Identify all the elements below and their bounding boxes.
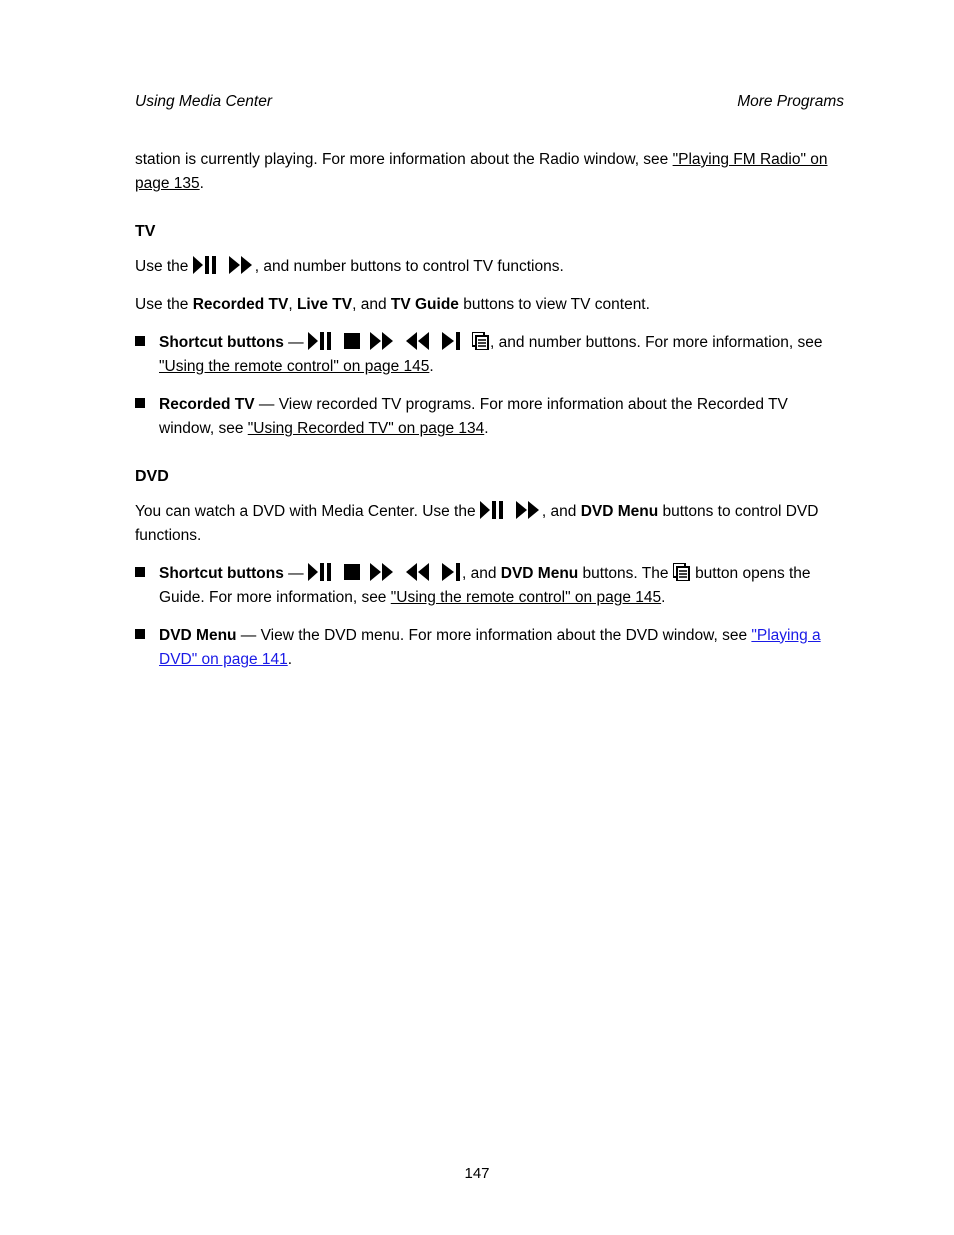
play-pause-icon [308,563,334,581]
tv-bullet-2: Recorded TV — View recorded TV programs.… [159,393,844,441]
bullet-icon [135,393,159,408]
tv-bullet-1: Shortcut buttons — , and number buttons.… [159,331,844,379]
dvd-bullet-1-label: Shortcut buttons [159,565,284,582]
dvd-b1-t5: . [661,589,665,606]
tv-intro-line2c: , and [352,296,391,313]
intro-paragraph: station is currently playing. For more i… [135,148,844,196]
tv-b1-t2: , and number buttons. For more informati… [490,334,823,351]
tv-guide-label: TV Guide [391,296,459,313]
fast-forward-icon [229,256,255,274]
tv-intro-line2: Use the Recorded TV, Live TV, and TV Gui… [135,293,844,317]
intro-text-1: station is currently playing. For more i… [135,151,673,168]
dvd-menu-label: DVD Menu [581,503,659,520]
dvd-intro-a: You can watch a DVD with Media Center. U… [135,503,480,520]
dvd-bullet-2: DVD Menu — View the DVD menu. For more i… [159,624,844,672]
dvd-bullet-1: Shortcut buttons — , and DVD Menu button… [159,562,844,610]
bullet-icon [135,624,159,639]
dvd-b1-link[interactable]: "Using the remote control" on page 145 [391,589,661,606]
tv-intro-line1: Use the , and number buttons to control … [135,255,844,279]
guide-icon [472,332,490,350]
guide-icon [673,563,691,581]
tv-intro-line2b: , [288,296,297,313]
intro-text-2: . [200,175,204,192]
dvd-section-title: DVD [135,465,844,490]
recorded-tv-label: Recorded TV [193,296,289,313]
tv-intro-line2d: buttons to view TV content. [459,296,650,313]
fast-forward-icon [370,563,396,581]
tv-intro-suffix: , and number buttons to control TV funct… [255,258,564,275]
bullet-icon [135,331,159,346]
tv-intro-line2a: Use the [135,296,193,313]
dvd-intro-line1: You can watch a DVD with Media Center. U… [135,500,844,548]
tv-b1-t3: . [429,358,433,375]
tv-intro-pre: Use the [135,258,193,275]
play-pause-icon [193,256,219,274]
live-tv-label: Live TV [297,296,352,313]
tv-b2-t2: . [484,420,488,437]
dvd-b1-t1: — [288,565,308,582]
bullet-icon [135,562,159,577]
fast-forward-icon [370,332,396,350]
next-icon [442,332,462,350]
dvd-b2-t1: — View the DVD menu. For more informatio… [237,627,752,644]
tv-bullet-2-label: Recorded TV [159,396,255,413]
tv-section-title: TV [135,220,844,245]
tv-b1-t1: — [288,334,308,351]
play-pause-icon [480,501,506,519]
dvd-intro-b: , and [542,503,581,520]
next-icon [442,563,462,581]
dvd-b1-t3: buttons. The [578,565,673,582]
dvd-menu-label-2: DVD Menu [501,565,579,582]
stop-icon [344,564,360,580]
tv-bullet-1-label: Shortcut buttons [159,334,284,351]
rewind-icon [406,563,432,581]
page-number: 147 [0,1162,954,1185]
dvd-b1-t2: , and [462,565,501,582]
tv-b1-link[interactable]: "Using the remote control" on page 145 [159,358,429,375]
dvd-bullet-2-label: DVD Menu [159,627,237,644]
fast-forward-icon [516,501,542,519]
rewind-icon [406,332,432,350]
play-pause-icon [308,332,334,350]
header-right: More Programs [737,90,844,114]
tv-b2-link[interactable]: "Using Recorded TV" on page 134 [248,420,484,437]
header-left: Using Media Center [135,90,272,114]
dvd-b2-t2: . [288,651,292,668]
stop-icon [344,333,360,349]
